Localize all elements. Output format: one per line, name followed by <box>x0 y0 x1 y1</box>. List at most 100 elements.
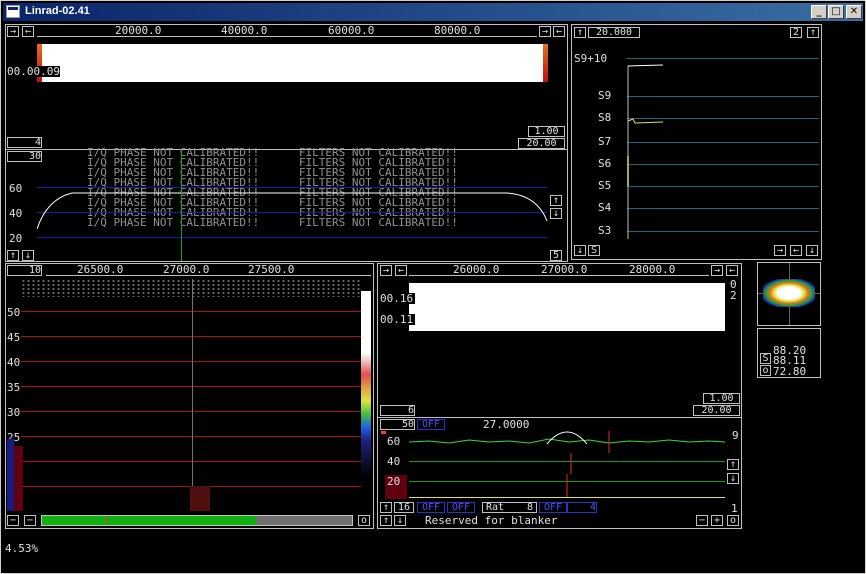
smeter-box-2[interactable]: 2 <box>790 27 802 38</box>
waterfall-grid-40 <box>21 361 361 362</box>
control-rat-box[interactable]: Rat 8 <box>482 502 537 513</box>
baseband-zero-box[interactable]: 20.00 <box>693 405 740 416</box>
control-right-1: 1 <box>731 502 738 515</box>
baseband-shrink-icon[interactable]: ← <box>726 265 738 276</box>
waterfall-tick-2: 27000.0 <box>163 263 210 276</box>
control-up-bottom-icon[interactable]: ↑ <box>380 515 392 526</box>
smeter-label-s3: S3 <box>598 224 612 237</box>
waterfall-y-40: 40 <box>7 356 21 369</box>
control-minus-icon[interactable]: − <box>696 515 708 526</box>
waterfall-tick-1: 26500.0 <box>77 263 124 276</box>
waterfall-grid-30 <box>21 411 361 412</box>
window-title: Linrad-02.41 <box>25 5 90 17</box>
wide-timestamp: 00.00.09 <box>7 65 60 78</box>
minimize-button[interactable]: _ <box>811 5 827 19</box>
cal-y-20: 20 <box>9 232 23 245</box>
baseband-waterfall[interactable] <box>409 283 725 331</box>
waterfall-noise <box>21 279 361 297</box>
waterfall-minus-2-icon[interactable]: − <box>24 515 36 526</box>
control-up-icon[interactable]: ↑ <box>727 459 739 470</box>
polar-o-box[interactable]: o <box>760 365 771 376</box>
baseband-box-6[interactable]: 6 <box>380 405 415 416</box>
smeter-down-arrow-icon[interactable]: ↓ <box>574 245 586 256</box>
waterfall-grid-50 <box>21 311 361 312</box>
scroll-right-arrow-icon[interactable]: → <box>539 26 551 37</box>
expand-left-arrow-icon[interactable]: → <box>7 26 19 37</box>
wide-gain-box[interactable]: 1.00 <box>528 126 565 137</box>
control-down-bottom-icon[interactable]: ↓ <box>394 515 406 526</box>
smeter-left-arrow-icon[interactable]: ← <box>790 245 802 256</box>
shrink-right-arrow-icon[interactable]: ← <box>553 26 565 37</box>
smeter-range-box[interactable]: 20.000 <box>588 27 640 38</box>
cal-right-up-icon[interactable]: ↑ <box>550 195 562 206</box>
wide-avg-box[interactable]: 4 <box>7 137 42 148</box>
cal-box-5[interactable]: 5 <box>550 250 562 261</box>
baseband-right-num-2: 2 <box>730 289 737 302</box>
baseband-gain-box[interactable]: 1.00 <box>703 393 740 404</box>
waterfall-minus-1-icon[interactable]: − <box>7 515 19 526</box>
polar-s-box[interactable]: S <box>760 353 771 364</box>
smeter-up-arrow-icon[interactable]: ↑ <box>574 27 586 38</box>
control-up-small-icon[interactable]: ↑ <box>380 502 392 513</box>
control-y-40: 40 <box>387 455 401 468</box>
wide-waterfall[interactable] <box>37 44 548 82</box>
freq-tick-1: 20000.0 <box>115 24 162 37</box>
waterfall-y-50: 50 <box>7 306 21 319</box>
linrad-window: Linrad-02.41 _ □ ✕ → ← → ← 20000.0 40000… <box>0 0 866 574</box>
waterfall-level-bar-red <box>14 446 23 511</box>
waterfall-grid-35 <box>21 386 361 387</box>
smeter-s-box[interactable]: S <box>588 245 600 256</box>
app-icon <box>6 5 20 18</box>
baseband-timestamp-1: 00.16 <box>380 292 416 305</box>
maximize-button[interactable]: □ <box>828 5 844 19</box>
smeter-label-s6: S6 <box>598 157 612 170</box>
control-o-box[interactable]: o <box>727 515 739 526</box>
control-down-icon[interactable]: ↓ <box>727 473 739 484</box>
cal-down-arrow-icon[interactable]: ↓ <box>22 250 34 261</box>
cal-right-down-icon[interactable]: ↓ <box>550 208 562 219</box>
freq-tick-3: 60000.0 <box>328 24 375 37</box>
cal-up-arrow-icon[interactable]: ↑ <box>7 250 19 261</box>
control-rat-label: Rat <box>486 502 505 513</box>
baseband-tick-2: 27000.0 <box>541 263 588 276</box>
control-y-20: 20 <box>387 475 401 488</box>
waterfall-progress[interactable] <box>41 515 353 526</box>
polar-pattern <box>763 279 815 307</box>
polar-value-3: 72.80 <box>773 365 807 378</box>
cal-box-30[interactable]: 30 <box>7 151 42 162</box>
baseband-right-icon[interactable]: → <box>711 265 723 276</box>
wide-zero-box[interactable]: 20.00 <box>518 138 565 149</box>
control-off-4[interactable]: OFF <box>539 502 567 513</box>
wide-spectrum-panel <box>5 24 568 150</box>
waterfall-y-30: 30 <box>7 406 21 419</box>
control-off-3[interactable]: OFF <box>447 502 475 513</box>
waterfall-color-scale <box>361 291 371 511</box>
control-reserved-text: Reserved for blanker <box>425 514 558 527</box>
smeter-down-arrow-right-icon[interactable]: ↓ <box>806 245 818 256</box>
smeter-right-arrow-icon[interactable]: → <box>774 245 786 256</box>
cpu-load: 4.53% <box>5 542 39 555</box>
freq-tick-4: 80000.0 <box>434 24 481 37</box>
waterfall-y-45: 45 <box>7 331 21 344</box>
smeter-up-arrow-right-icon[interactable]: ↑ <box>807 27 819 38</box>
scroll-left-arrow-icon[interactable]: ← <box>22 26 34 37</box>
control-plus-icon[interactable]: + <box>711 515 723 526</box>
cal-y-60: 60 <box>9 182 23 195</box>
waterfall-box-10[interactable]: 10 <box>7 265 42 276</box>
control-box-4[interactable]: 4 <box>567 502 597 513</box>
baseband-tick-3: 28000.0 <box>629 263 676 276</box>
control-box-16[interactable]: 16 <box>394 502 414 513</box>
control-off-2[interactable]: OFF <box>417 502 445 513</box>
waterfall-grid-20 <box>21 461 361 462</box>
waterfall-o-box[interactable]: o <box>358 515 370 526</box>
baseband-tick-1: 26000.0 <box>453 263 500 276</box>
waterfall-peak-block <box>190 486 210 511</box>
baseband-left-icon[interactable]: ← <box>395 265 407 276</box>
smeter-label-s5: S5 <box>598 179 612 192</box>
cal-y-40: 40 <box>9 207 23 220</box>
waterfall-grid-25 <box>21 436 361 437</box>
control-y-60: 60 <box>387 435 401 448</box>
smeter-label-s9: S9 <box>598 89 612 102</box>
close-button[interactable]: ✕ <box>846 5 862 19</box>
baseband-expand-icon[interactable]: → <box>380 265 392 276</box>
